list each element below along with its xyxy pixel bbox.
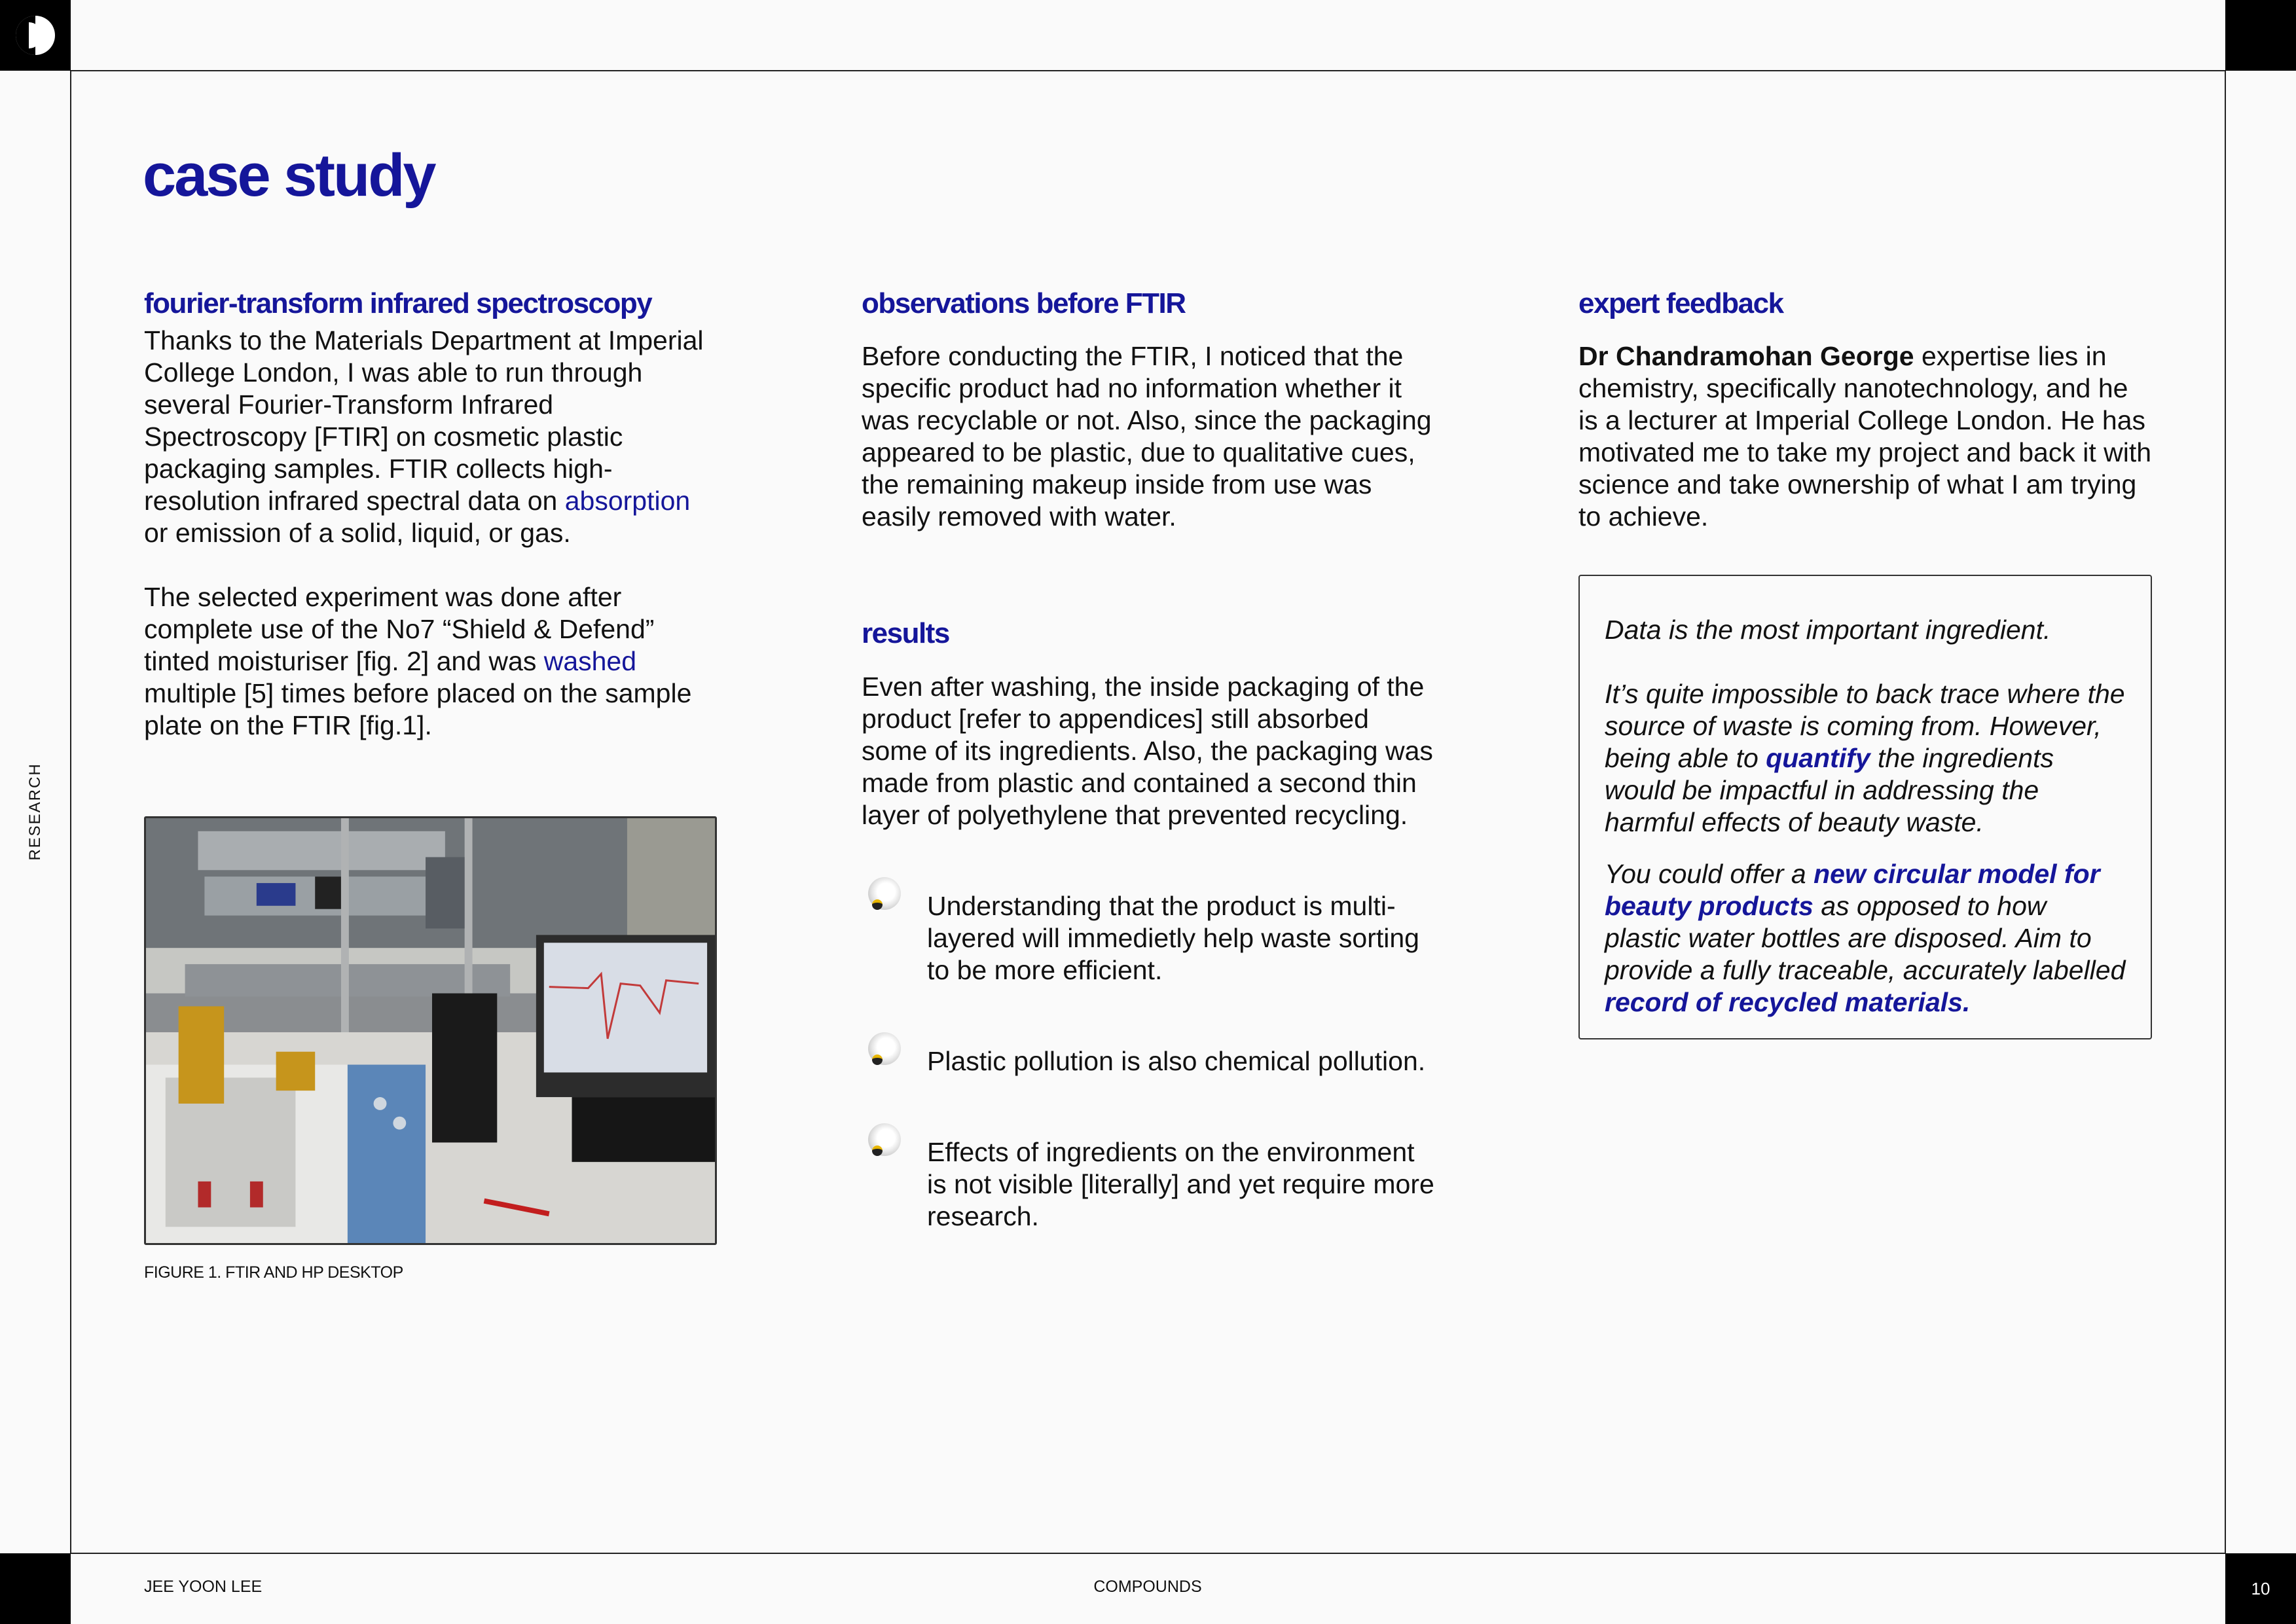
footer-publication: COMPOUNDS xyxy=(1093,1578,1202,1596)
link-washed[interactable]: washed xyxy=(544,646,636,676)
column-ftir: fourier-transform infrared spectroscopy … xyxy=(144,287,717,1282)
findings-list: Understanding that the product is multi-… xyxy=(862,869,1438,1233)
column-observations: observations before FTIR Before conducti… xyxy=(862,287,1438,1271)
bullet-icon xyxy=(868,1123,907,1163)
logo-icon xyxy=(16,16,55,55)
heading-observations: observations before FTIR xyxy=(862,287,1186,319)
corner-block-top-left xyxy=(0,0,71,71)
footer-author: JEE YOON LEE xyxy=(144,1578,263,1596)
bullet-icon xyxy=(868,1032,907,1072)
top-rule xyxy=(71,70,2225,71)
paragraph-expert-bio: Dr Chandramohan George expertise lies in… xyxy=(1578,341,2152,532)
side-section-label: RESEARCH xyxy=(26,763,44,861)
page-number: 10 xyxy=(2251,1578,2270,1598)
list-item: Plastic pollution is also chemical pollu… xyxy=(862,1024,1438,1077)
column-expert-feedback: expert feedback Dr Chandramohan George e… xyxy=(1578,287,2155,1040)
left-rule xyxy=(70,71,71,1553)
list-item: Understanding that the product is multi-… xyxy=(862,869,1438,986)
heading-expert-feedback: expert feedback xyxy=(1578,287,1784,319)
page-title: case study xyxy=(143,142,437,209)
corner-block-top-right xyxy=(2225,0,2296,71)
lab-photo-illustration xyxy=(146,818,715,1244)
figure-caption: FIGURE 1. FTIR AND HP DESKTOP xyxy=(144,1263,403,1282)
list-item-text: Plastic pollution is also chemical pollu… xyxy=(927,1045,1426,1076)
list-item-text: Effects of ingredients on the environmen… xyxy=(927,1136,1434,1231)
list-item-text: Understanding that the product is multi-… xyxy=(927,890,1419,985)
quote-paragraph-2: It’s quite impossible to back trace wher… xyxy=(1605,679,2125,838)
bottom-rule xyxy=(71,1553,2225,1554)
right-rule xyxy=(2225,71,2226,1553)
heading-results: results xyxy=(862,617,950,650)
link-recycled-materials[interactable]: record of recycled materials. xyxy=(1605,987,1970,1017)
heading-ftir: fourier-transform infrared spectroscopy xyxy=(144,287,653,319)
expert-quote-box: Data is the most important ingredient. I… xyxy=(1578,575,2152,1040)
corner-block-bottom-left xyxy=(0,1553,71,1624)
paragraph-experiment: The selected experiment was done after c… xyxy=(144,582,692,741)
link-absorption[interactable]: absorption xyxy=(565,486,690,516)
paragraph-ftir-intro: Thanks to the Materials Department at Im… xyxy=(144,325,704,549)
list-item: Effects of ingredients on the environmen… xyxy=(862,1115,1438,1233)
corner-block-bottom-right: 10 xyxy=(2225,1553,2296,1624)
paragraph-results: Even after washing, the inside packaging… xyxy=(862,671,1433,830)
paragraph-observations: Before conducting the FTIR, I noticed th… xyxy=(862,341,1432,532)
link-quantify[interactable]: quantify xyxy=(1766,743,1870,773)
figure-ftir-photo xyxy=(144,816,717,1246)
expert-name: Dr Chandramohan George xyxy=(1578,341,1914,372)
quote-line-1: Data is the most important ingredient. xyxy=(1605,615,2051,645)
quote-paragraph-3: You could offer a new circular model for… xyxy=(1605,859,2126,1018)
bullet-icon xyxy=(868,876,907,916)
